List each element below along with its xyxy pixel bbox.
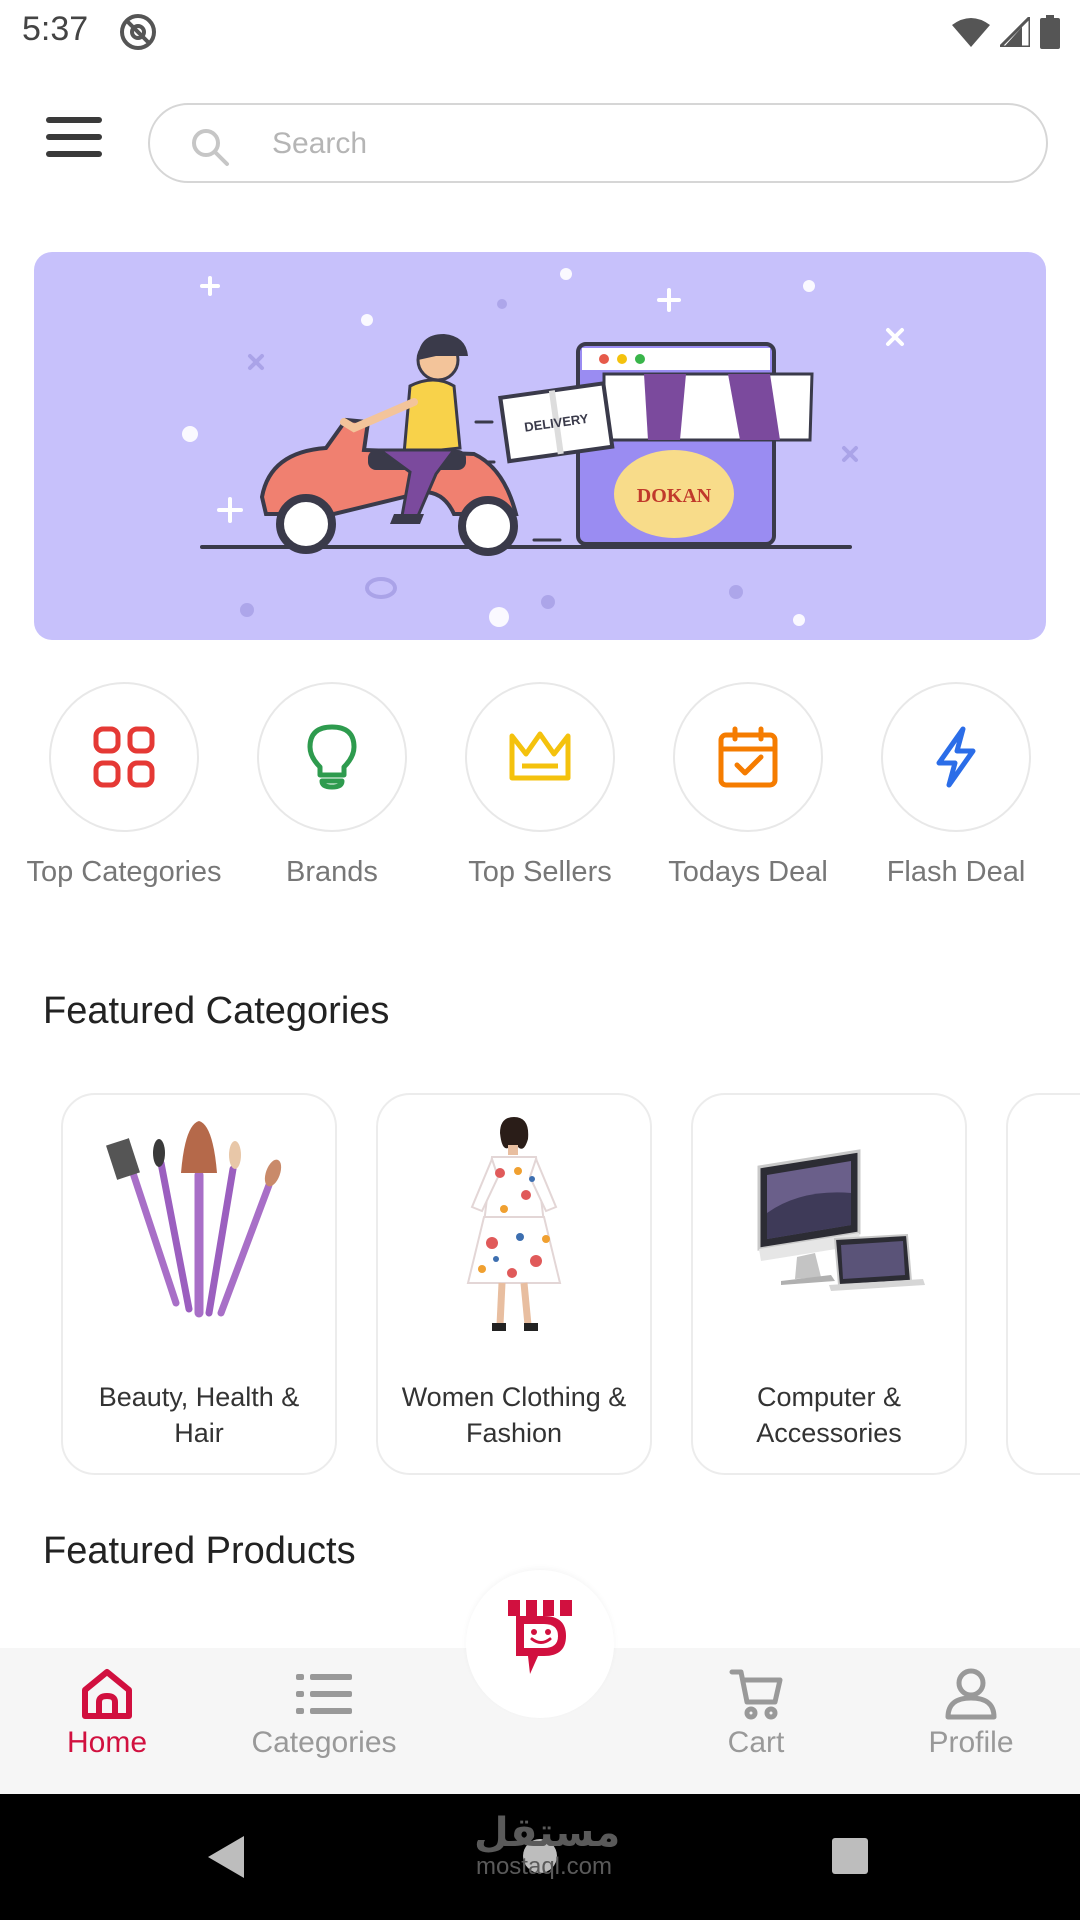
dokan-home-button[interactable] [466,1570,614,1718]
flash-deal-label: Flash Deal [886,856,1026,888]
nav-profile-label: Profile [928,1726,1014,1759]
store-name: DOKAN [637,485,712,507]
category-card[interactable]: Women Clothing & Fashion [376,1093,652,1475]
delivery-illustration: DOKAN DELIVERY [182,268,904,627]
nav-home[interactable]: Home [7,1668,207,1760]
flash-deal-button[interactable]: Flash Deal [852,682,1060,889]
category-name: Computer & Accessories [756,1382,902,1448]
featured-categories-title: Featured Categories [43,990,390,1032]
top-categories-button[interactable]: Top Categories [20,682,228,889]
search-icon [192,129,229,166]
search-bar[interactable] [148,103,1048,183]
lightning-icon [936,726,976,788]
status-bar: 5:37 [0,0,1080,62]
back-icon[interactable] [204,1834,248,1880]
todays-deal-button[interactable]: Todays Deal [644,682,852,889]
store-logo-icon [508,1600,572,1674]
featured-products-title: Featured Products [43,1530,356,1572]
category-card[interactable]: Computer & Accessories [691,1093,967,1475]
brands-label: Brands [286,856,378,888]
list-icon [296,1674,352,1714]
category-card-partial[interactable] [1006,1093,1080,1475]
category-name: Beauty, Health & Hair [98,1382,300,1448]
watermark: مستقل mostaql.com [474,1810,621,1880]
menu-button[interactable] [44,112,104,162]
nav-cart-label: Cart [727,1726,785,1759]
signal-icon [1000,17,1030,47]
nav-categories-label: Categories [251,1726,397,1759]
cart-icon [729,1669,783,1720]
watermark-latin: mostaql.com [475,1853,613,1880]
top-categories-label: Top Categories [26,856,222,888]
system-nav-bar: مستقل mostaql.com [0,1794,1080,1920]
lightbulb-icon [307,724,357,790]
nav-cart[interactable]: Cart [656,1668,856,1760]
grid-icon [93,726,155,788]
todays-deal-label: Todays Deal [668,856,828,888]
watermark-arabic: مستقل [474,1810,621,1856]
recents-icon[interactable] [830,1836,870,1876]
makeup-brushes-image [106,1121,282,1318]
calendar-check-icon [718,726,778,788]
nav-profile[interactable]: Profile [871,1668,1071,1760]
brands-button[interactable]: Brands [228,682,436,889]
top-sellers-label: Top Sellers [468,856,612,888]
hamburger-icon [46,117,102,123]
wifi-icon [952,18,990,47]
crown-icon [509,731,571,781]
battery-icon [1040,15,1060,49]
nav-categories[interactable]: Categories [224,1668,424,1760]
home-icon [82,1669,132,1719]
category-card[interactable]: Beauty, Health & Hair [61,1093,337,1475]
status-time: 5:37 [22,10,89,48]
top-sellers-button[interactable]: Top Sellers [436,682,644,889]
category-name: Women Clothing & Fashion [401,1382,627,1448]
nav-home-label: Home [66,1726,148,1759]
floral-dress-image [466,1117,562,1331]
at-sign-icon [120,14,156,50]
profile-icon [945,1668,997,1720]
promo-banner[interactable]: DOKAN DELIVERY [34,252,1046,640]
search-input[interactable] [272,121,1012,167]
computer-image [757,1149,925,1291]
quick-actions: Top Categories Brands Top Sellers Todays… [0,682,1080,902]
